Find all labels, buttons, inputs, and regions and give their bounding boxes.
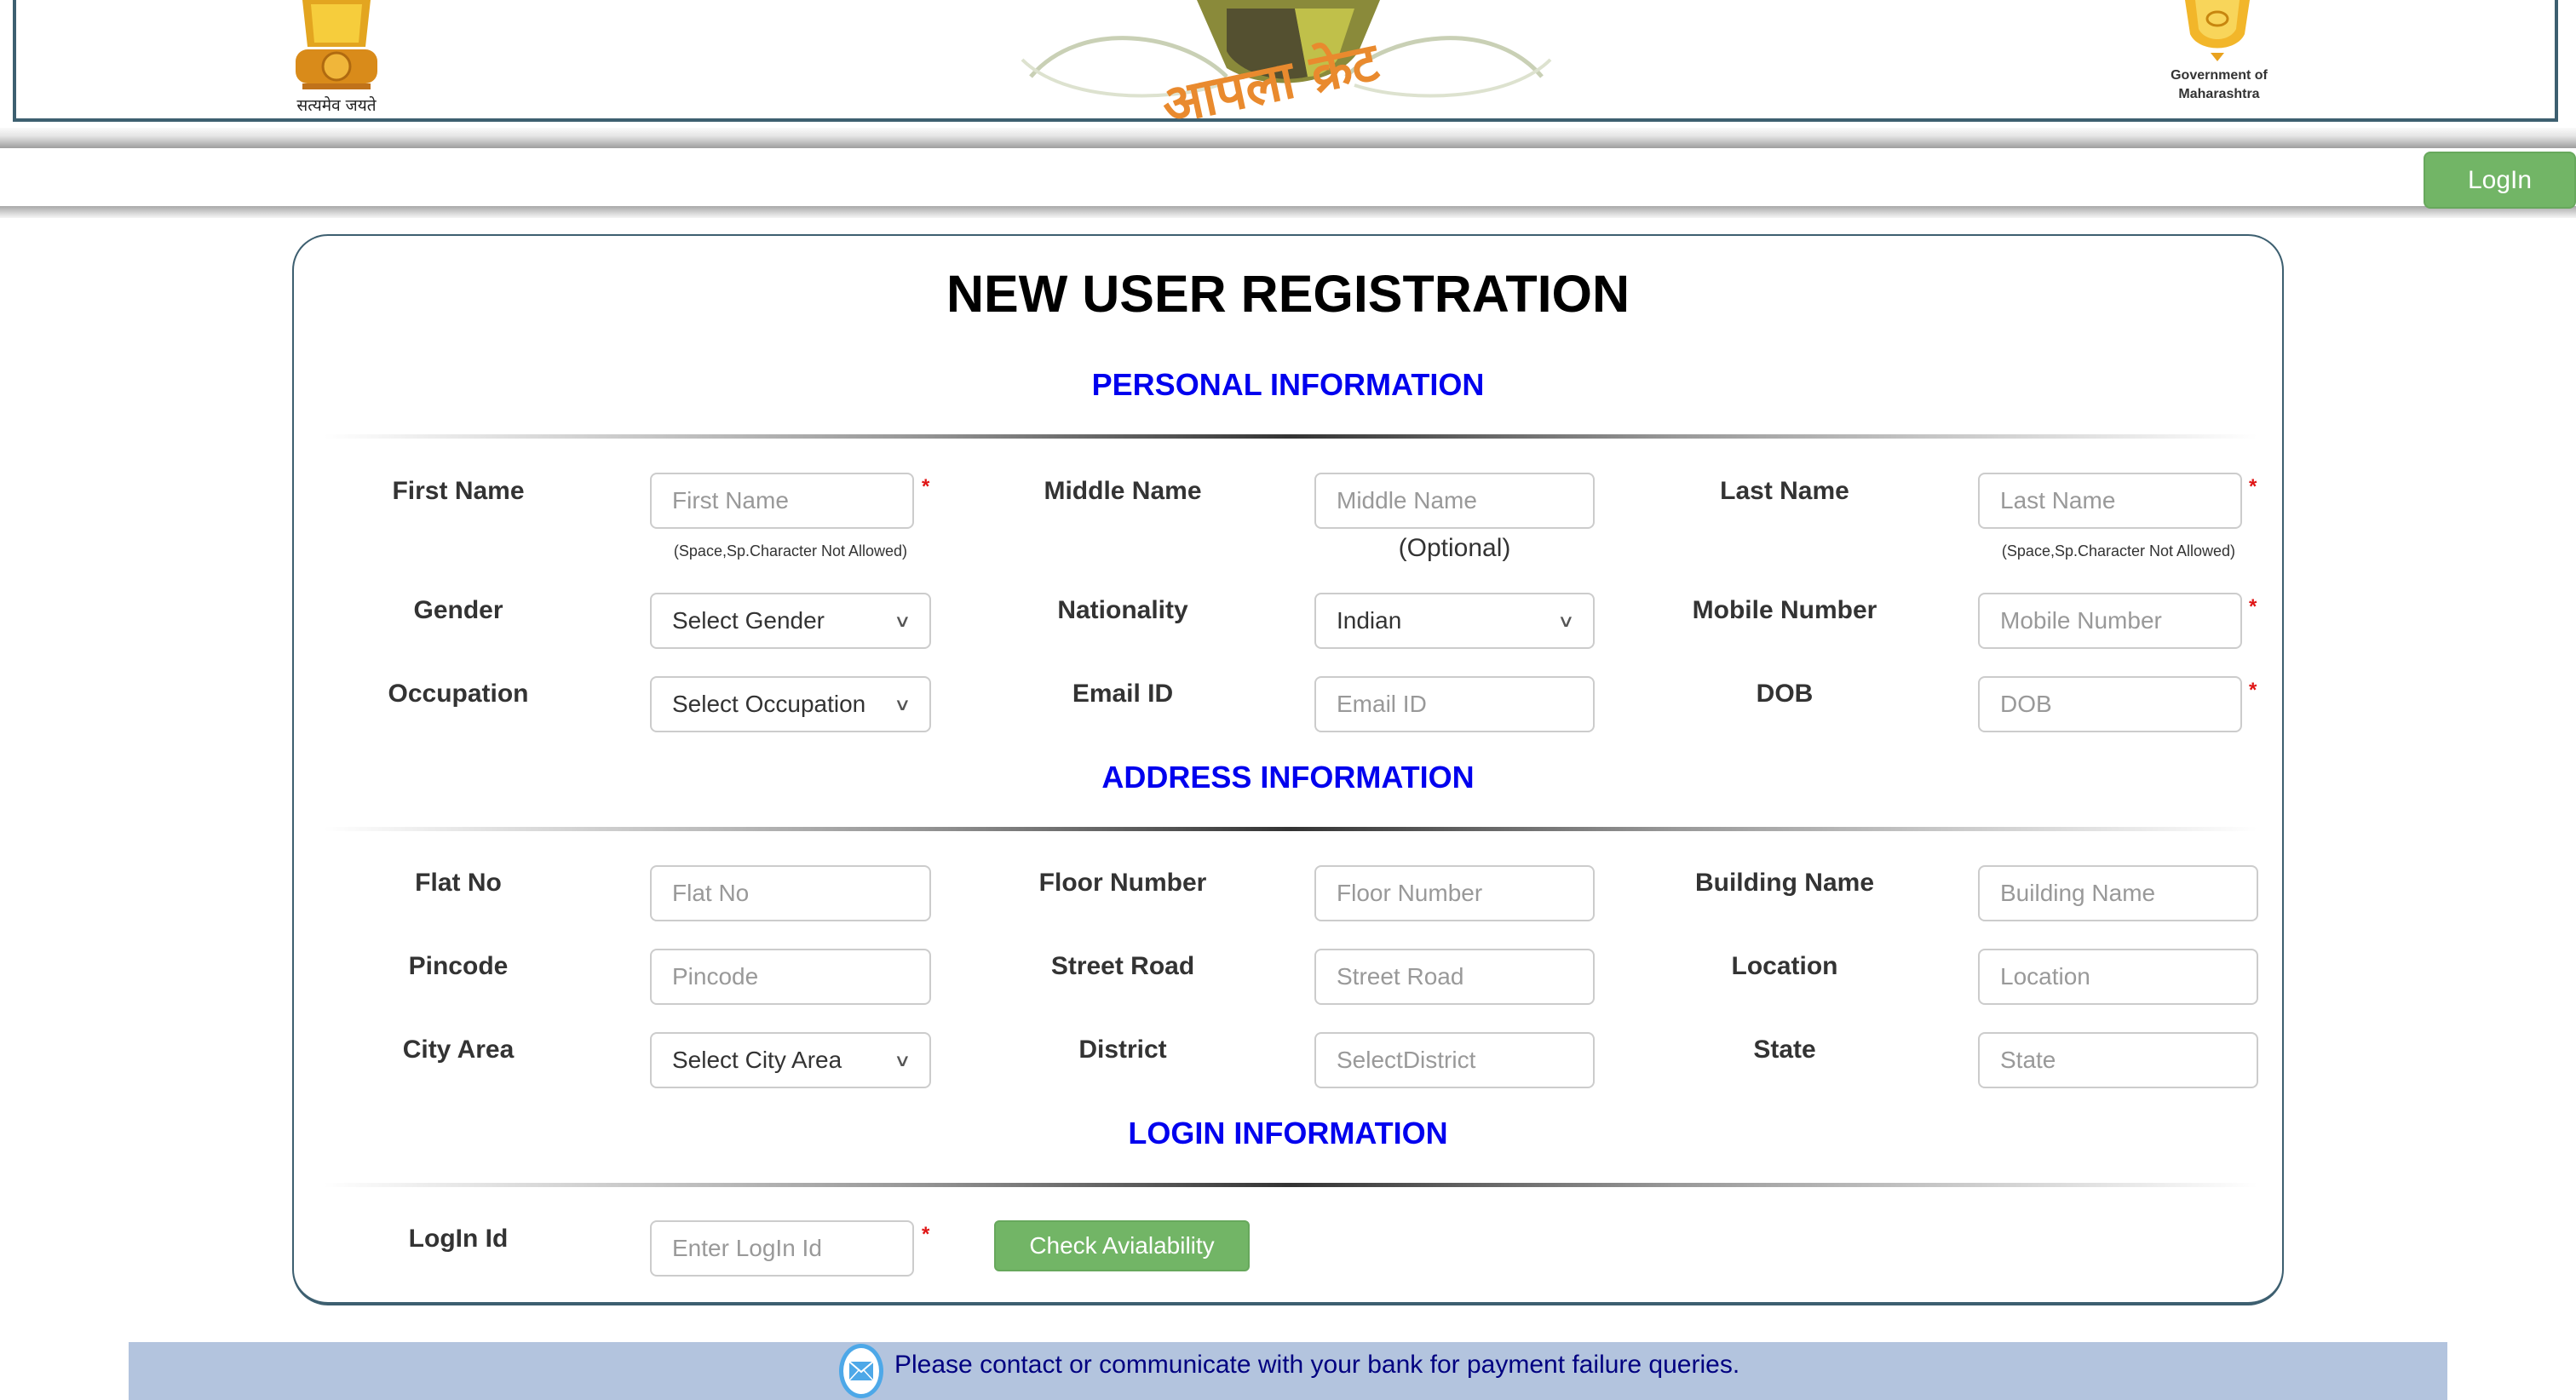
state-input[interactable]: State (1978, 1032, 2258, 1088)
nav-bar-bottom-shade (0, 206, 2576, 218)
section-heading-login: LOGIN INFORMATION (1128, 1116, 1448, 1150)
location-label: Location (1731, 952, 1838, 980)
pincode-input[interactable]: Pincode (650, 949, 931, 1005)
mail-icon (839, 1344, 883, 1398)
required-marker: * (922, 1223, 930, 1246)
occupation-selected-value: Select Occupation (672, 691, 866, 717)
dob-label: DOB (1756, 680, 1814, 708)
gender-label: Gender (413, 596, 503, 624)
check-availability-button[interactable]: Check Avialability (994, 1220, 1250, 1271)
street-road-label: Street Road (1050, 952, 1195, 980)
login-id-label: LogIn Id (408, 1225, 509, 1253)
site-logo-icon: आपला क्रेट (1021, 0, 1552, 121)
last-name-label: Last Name (1720, 477, 1849, 505)
last-name-hint: (Space,Sp.Character Not Allowed) (2001, 542, 2236, 559)
mobile-number-input[interactable]: Mobile Number (1978, 593, 2242, 649)
district-label: District (1078, 1036, 1167, 1064)
required-marker: * (2249, 595, 2257, 618)
occupation-select[interactable]: Select Occupation ∨ (650, 676, 931, 732)
street-road-input[interactable]: Street Road (1314, 949, 1595, 1005)
maharashtra-seal-icon (2185, 0, 2250, 61)
required-marker: * (2249, 475, 2257, 498)
chevron-down-icon: ∨ (894, 611, 911, 631)
national-emblem-icon (296, 0, 377, 89)
middle-name-label: Middle Name (1044, 477, 1202, 505)
nationality-select[interactable]: Indian ∨ (1314, 593, 1595, 649)
city-area-label: City Area (402, 1036, 515, 1064)
email-label: Email ID (1072, 680, 1174, 708)
gender-selected-value: Select Gender (672, 607, 825, 634)
nationality-label: Nationality (1057, 596, 1188, 624)
first-name-label: First Name (392, 477, 525, 505)
middle-name-input[interactable]: Middle Name (1314, 473, 1595, 529)
floor-number-label: Floor Number (1038, 869, 1207, 897)
district-input[interactable]: SelectDistrict (1314, 1032, 1595, 1088)
government-caption-line2: Maharashtra (2178, 87, 2260, 101)
required-marker: * (922, 475, 930, 498)
chevron-down-icon: ∨ (894, 695, 911, 714)
dob-input[interactable]: DOB (1978, 676, 2242, 732)
government-caption: Government of Maharashtra (2155, 66, 2283, 104)
nationality-selected-value: Indian (1337, 607, 1402, 634)
first-name-hint: (Space,Sp.Character Not Allowed) (673, 542, 908, 559)
login-id-input[interactable]: Enter LogIn Id (650, 1220, 914, 1277)
section-heading-address: ADDRESS INFORMATION (1101, 760, 1475, 795)
login-button[interactable]: LogIn (2424, 152, 2576, 209)
floor-number-input[interactable]: Floor Number (1314, 865, 1595, 921)
middle-name-optional-hint: (Optional) (1398, 534, 1511, 562)
section-divider (324, 1183, 2257, 1187)
state-label: State (1753, 1036, 1816, 1064)
flat-no-input[interactable]: Flat No (650, 865, 931, 921)
first-name-input[interactable]: First Name (650, 473, 914, 529)
pincode-label: Pincode (408, 952, 509, 980)
footer-notice-text: Please contact or communicate with your … (894, 1351, 1740, 1379)
chevron-down-icon: ∨ (894, 1051, 911, 1070)
section-heading-personal: PERSONAL INFORMATION (1091, 367, 1485, 402)
chevron-down-icon: ∨ (1557, 611, 1575, 631)
government-caption-line1: Government of (2171, 68, 2268, 83)
required-marker: * (2249, 679, 2257, 702)
building-name-input[interactable]: Building Name (1978, 865, 2258, 921)
nav-bar-top-shade (0, 128, 2576, 148)
last-name-input[interactable]: Last Name (1978, 473, 2242, 529)
location-input[interactable]: Location (1978, 949, 2258, 1005)
occupation-label: Occupation (388, 680, 529, 708)
city-area-select[interactable]: Select City Area ∨ (650, 1032, 931, 1088)
building-name-label: Building Name (1694, 869, 1874, 897)
email-input[interactable]: Email ID (1314, 676, 1595, 732)
page-title: NEW USER REGISTRATION (946, 265, 1630, 323)
nav-bar (0, 148, 2576, 206)
emblem-caption: सत्यमेव जयते (296, 96, 377, 115)
flat-no-label: Flat No (415, 869, 502, 897)
section-divider (324, 434, 2257, 439)
section-divider (324, 827, 2257, 831)
mobile-number-label: Mobile Number (1692, 596, 1877, 624)
city-area-selected-value: Select City Area (672, 1047, 842, 1073)
gender-select[interactable]: Select Gender ∨ (650, 593, 931, 649)
